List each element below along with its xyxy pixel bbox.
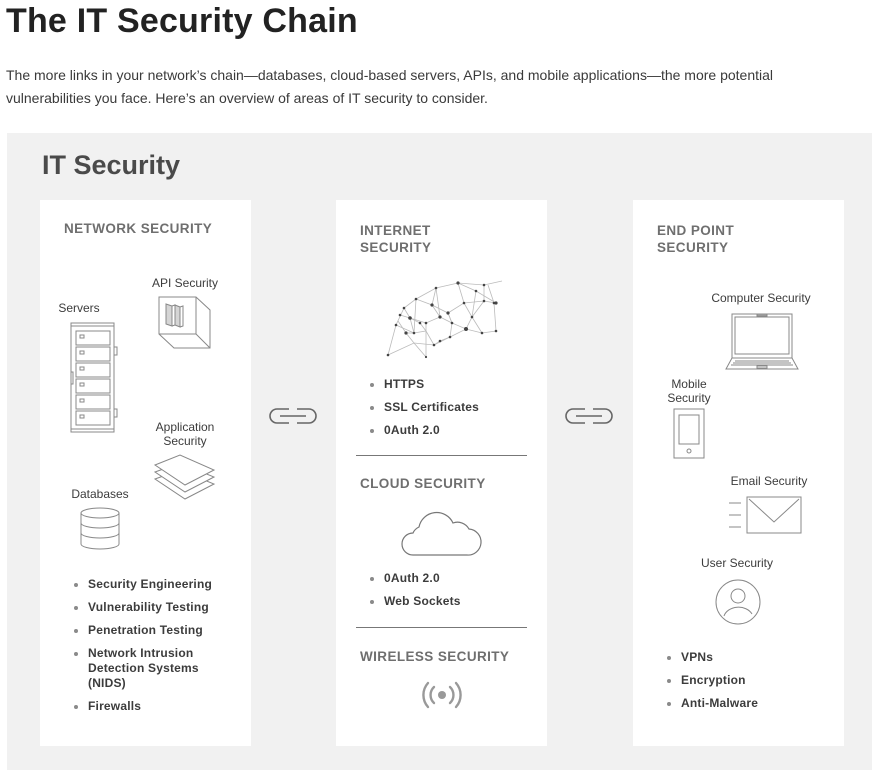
panel-heading: END POINT SECURITY	[657, 223, 735, 255]
list-item: VPNs	[667, 650, 827, 665]
database-icon	[80, 507, 120, 550]
user-security-label: User Security	[700, 556, 774, 570]
list-item: Security Engineering	[74, 577, 234, 592]
api-security-label: API Security	[151, 276, 219, 290]
network-security-panel: NETWORK SECURITY API Security Servers Ap…	[40, 200, 251, 746]
mobile-phone-icon	[673, 408, 705, 459]
intro-paragraph: The more links in your network’s chain—d…	[6, 67, 774, 106]
list-item: 0Auth 2.0	[370, 571, 530, 586]
application-security-label: Application Security	[155, 420, 215, 448]
mobile-security-label: Mobile Security	[667, 377, 711, 405]
api-cube-icon	[158, 296, 211, 349]
list-item: Vulnerability Testing	[74, 600, 234, 615]
cloud-security-list: 0Auth 2.0 Web Sockets	[370, 571, 530, 617]
network-security-list: Security Engineering Vulnerability Testi…	[74, 577, 234, 722]
wireless-security-heading: WIRELESS SECURITY	[360, 649, 510, 664]
internet-security-heading: INTERNET SECURITY	[360, 223, 432, 255]
servers-label: Servers	[58, 301, 100, 315]
chain-link-icon	[269, 408, 317, 424]
network-mesh-icon	[386, 280, 503, 359]
list-item: Firewalls	[74, 699, 234, 714]
section-divider	[356, 627, 527, 628]
wireless-signal-icon	[422, 681, 462, 709]
cloud-security-heading: CLOUD SECURITY	[360, 476, 486, 491]
list-item: SSL Certificates	[370, 400, 530, 415]
stacked-layers-icon	[153, 454, 216, 500]
databases-label: Databases	[71, 487, 129, 501]
list-item: Network Intrusion Detection Systems (NID…	[74, 646, 208, 691]
list-item: Anti-Malware	[667, 696, 827, 711]
panel-heading: NETWORK SECURITY	[64, 221, 213, 236]
page-title: The IT Security Chain	[6, 2, 358, 40]
internet-security-list: HTTPS SSL Certificates 0Auth 2.0	[370, 377, 530, 446]
list-item: HTTPS	[370, 377, 530, 392]
diagram-title: IT Security	[42, 150, 181, 180]
end-point-security-panel: END POINT SECURITY Computer Security Mob…	[633, 200, 844, 746]
internet-cloud-wireless-panel: INTERNET SECURITY HTTPS SSL Certificates…	[336, 200, 547, 746]
end-point-security-list: VPNs Encryption Anti-Malware	[667, 650, 827, 719]
computer-security-label: Computer Security	[711, 291, 811, 305]
list-item: Web Sockets	[370, 594, 530, 609]
chain-link-icon	[565, 408, 613, 424]
list-item: Encryption	[667, 673, 827, 688]
cloud-icon	[401, 511, 482, 556]
laptop-icon	[725, 313, 799, 370]
email-security-label: Email Security	[730, 474, 808, 488]
user-circle-icon	[715, 579, 761, 625]
section-divider	[356, 455, 527, 456]
list-item: Penetration Testing	[74, 623, 234, 638]
server-rack-icon	[70, 322, 118, 433]
envelope-icon	[729, 496, 802, 534]
list-item: 0Auth 2.0	[370, 423, 530, 438]
